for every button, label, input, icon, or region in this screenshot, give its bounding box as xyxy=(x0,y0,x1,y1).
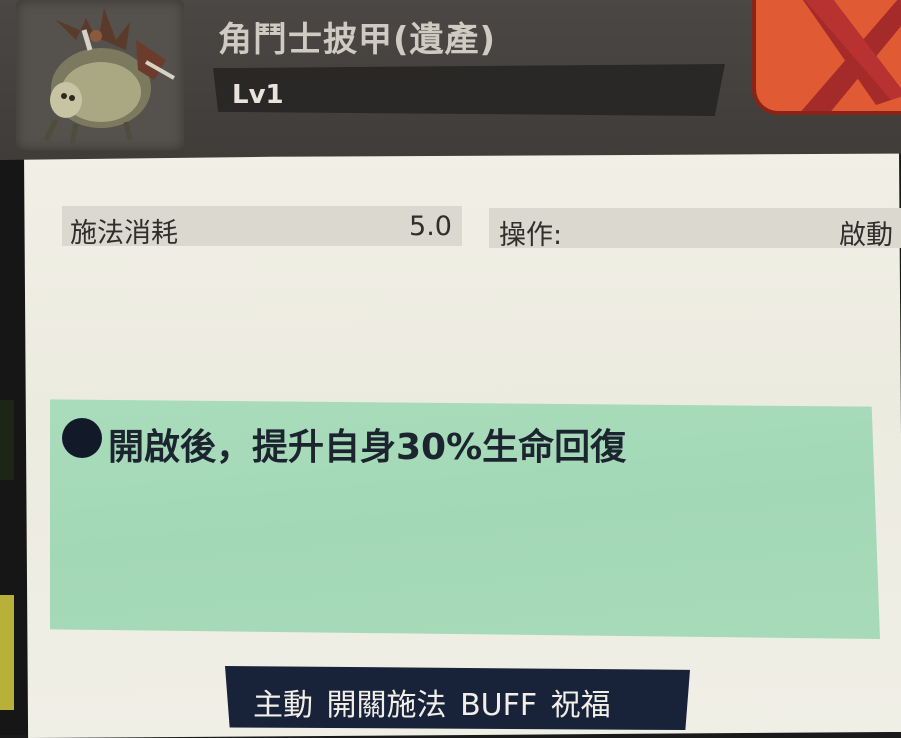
cost-value: 5.0 xyxy=(409,211,452,242)
operation-stat: 操作: 啟動 xyxy=(489,208,901,251)
background-decoration xyxy=(0,595,14,710)
skill-tags: 主動 開關施法 BUFF 祝福 xyxy=(253,688,611,723)
item-title: 角鬥士披甲(遺產) xyxy=(218,20,497,60)
cost-label: 施法消耗 xyxy=(70,218,178,249)
cost-stat: 施法消耗 5.0 xyxy=(62,206,462,249)
armored-beast-icon xyxy=(43,8,175,145)
item-level: Lv1 xyxy=(232,80,284,110)
operation-value: 啟動 xyxy=(839,220,893,251)
background-decoration xyxy=(0,400,14,480)
bullet-dot-icon xyxy=(62,418,102,458)
description-text: 開啟後，提升自身30%生命回復 xyxy=(108,427,627,468)
level-bar xyxy=(213,64,725,116)
close-button[interactable] xyxy=(752,0,901,115)
operation-label: 操作: xyxy=(499,220,563,251)
item-portrait xyxy=(16,0,184,150)
close-x-icon xyxy=(801,0,901,111)
